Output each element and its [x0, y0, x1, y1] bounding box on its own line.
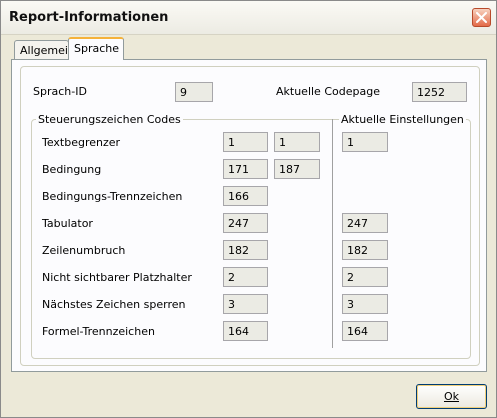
code1-field: 3 — [223, 294, 268, 314]
code1-field: 2 — [223, 267, 268, 287]
sprach-id-field: 9 — [175, 82, 213, 102]
current-field: 1 — [342, 132, 388, 152]
row-label-naechstes-zeichen-sperren: Nächstes Zeichen sperren — [42, 298, 186, 311]
control-codes-title: Steuerungszeichen Codes — [36, 113, 183, 126]
row-label-nicht-sichtbarer-platzhalter: Nicht sichtbarer Platzhalter — [42, 271, 192, 284]
code1-field: 182 — [223, 240, 268, 260]
codepage-label: Aktuelle Codepage — [276, 85, 380, 98]
dialog-window: Report-Informationen Allgemein Sprache S… — [0, 0, 497, 418]
current-field: 164 — [342, 321, 388, 341]
tab-label: Allgemein — [20, 44, 75, 57]
ok-button[interactable]: Ok — [416, 384, 487, 409]
row-label-formel-trennzeichen: Formel-Trennzeichen — [42, 325, 155, 338]
tab-allgemein[interactable]: Allgemein — [14, 40, 75, 59]
current-settings-title: Aktuelle Einstellungen — [339, 113, 466, 126]
window-title: Report-Informationen — [9, 10, 169, 25]
current-field: 2 — [342, 267, 388, 287]
current-field: 247 — [342, 213, 388, 233]
row-label-bedingung: Bedingung — [42, 163, 102, 176]
sprach-id-label: Sprach-ID — [33, 85, 87, 98]
code1-field: 247 — [223, 213, 268, 233]
code1-field: 1 — [223, 132, 268, 152]
close-icon — [476, 12, 487, 23]
close-button[interactable] — [472, 8, 491, 27]
group-divider — [332, 119, 333, 348]
row-label-zeilenumbruch: Zeilenumbruch — [42, 244, 126, 257]
code1-field: 166 — [223, 186, 268, 206]
current-field: 182 — [342, 240, 388, 260]
tab-sprache[interactable]: Sprache — [68, 37, 124, 60]
code2-field: 187 — [274, 159, 320, 179]
code2-field: 1 — [274, 132, 320, 152]
ok-button-label: Ok — [443, 390, 460, 403]
row-label-bedingungs-trennzeichen: Bedingungs-Trennzeichen — [42, 190, 183, 203]
row-label-textbegrenzer: Textbegrenzer — [42, 136, 121, 149]
codepage-field: 1252 — [412, 82, 467, 102]
tab-label: Sprache — [74, 42, 120, 55]
row-label-tabulator: Tabulator — [42, 217, 93, 230]
title-bar[interactable]: Report-Informationen — [1, 1, 496, 35]
code1-field: 171 — [223, 159, 268, 179]
code1-field: 164 — [223, 321, 268, 341]
current-field: 3 — [342, 294, 388, 314]
